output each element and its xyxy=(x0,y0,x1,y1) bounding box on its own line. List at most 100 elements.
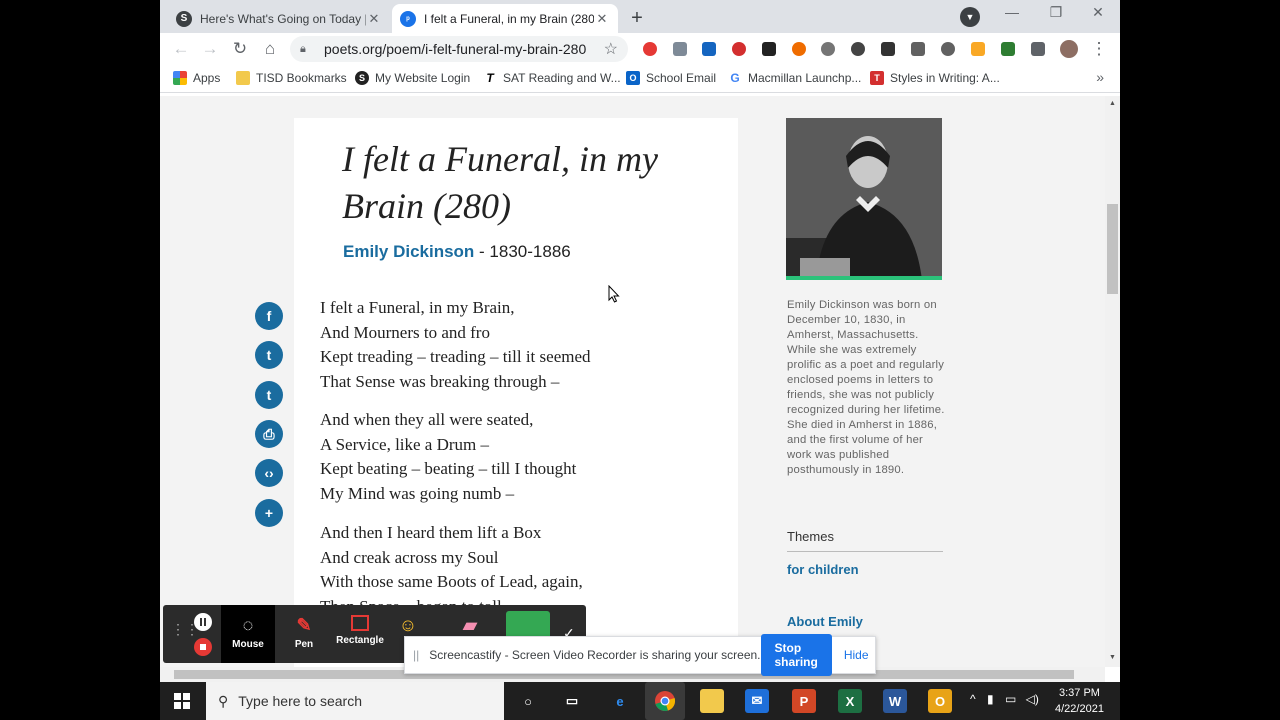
extension-icon[interactable] xyxy=(821,42,835,56)
pause-icon[interactable] xyxy=(194,613,212,631)
bookmark-apps[interactable]: Apps xyxy=(173,71,220,85)
qr-code-icon[interactable] xyxy=(881,42,895,56)
menu-kebab-icon[interactable]: ⋮ xyxy=(1088,38,1110,60)
bookmark-website-login[interactable]: S My Website Login xyxy=(355,71,470,85)
tab-title: Here's What's Going on Today | S xyxy=(200,11,366,26)
tab-strip: S Here's What's Going on Today | S ✕ p I… xyxy=(160,0,1120,33)
bookmark-styles[interactable]: T Styles in Writing: A... xyxy=(870,71,1000,85)
clock-date: 4/22/2021 xyxy=(1055,703,1104,715)
extension-icon[interactable] xyxy=(851,42,865,56)
extension-icon[interactable] xyxy=(792,42,806,56)
mouse-cursor-icon xyxy=(608,284,620,308)
extension-icon[interactable] xyxy=(971,42,985,56)
close-tab-icon[interactable]: ✕ xyxy=(594,11,610,27)
microphone-icon[interactable]: ▮ xyxy=(987,692,994,706)
bookmark-tisd[interactable]: TISD Bookmarks xyxy=(236,71,347,85)
extension-icon[interactable] xyxy=(732,42,746,56)
windows-taskbar: ⚲ Type here to search ○ ▭ e ✉ P X W O ^ … xyxy=(160,682,1120,720)
author-link[interactable]: Emily Dickinson xyxy=(343,242,474,261)
poem-line: With those same Boots of Lead, again, xyxy=(320,572,583,591)
tumblr-icon[interactable]: t xyxy=(255,381,283,409)
print-icon[interactable]: ⎙ xyxy=(255,420,283,448)
tab-search-icon[interactable]: ▼ xyxy=(960,7,980,27)
stop-recording-icon[interactable] xyxy=(194,638,212,656)
bookmark-school-email[interactable]: O School Email xyxy=(626,71,716,85)
extension-icon[interactable] xyxy=(762,42,776,56)
bookmark-macmillan[interactable]: G Macmillan Launchp... xyxy=(728,71,861,85)
poem-line: I felt a Funeral, in my Brain, xyxy=(320,298,515,317)
scrollbar-thumb[interactable] xyxy=(1107,204,1118,294)
chevron-up-icon[interactable]: ^ xyxy=(970,692,976,706)
cortana-icon[interactable]: ○ xyxy=(516,689,540,713)
taskbar-search-input[interactable]: ⚲ Type here to search xyxy=(206,682,504,720)
windows-logo-icon xyxy=(174,693,190,709)
word-icon[interactable]: W xyxy=(883,689,907,713)
extension-icon[interactable] xyxy=(1001,42,1015,56)
file-explorer-icon[interactable] xyxy=(700,689,724,713)
bookmark-star-icon[interactable]: ☆ xyxy=(604,39,618,59)
portrait-image xyxy=(786,118,942,276)
poets-favicon-icon: p xyxy=(400,10,416,27)
grip-icon[interactable]: || xyxy=(413,648,419,662)
mouse-tool-button[interactable]: ◌ Mouse xyxy=(221,605,275,663)
close-tab-icon[interactable]: ✕ xyxy=(366,11,382,27)
folder-icon xyxy=(236,71,250,85)
hide-button[interactable]: Hide xyxy=(844,648,869,662)
extension-icon[interactable] xyxy=(941,42,955,56)
scroll-up-icon[interactable]: ▲ xyxy=(1105,100,1120,107)
puzzle-icon[interactable] xyxy=(1031,42,1045,56)
volume-icon[interactable]: ◁) xyxy=(1026,692,1039,706)
system-tray[interactable]: ^ ▮ ▭ ◁) xyxy=(970,692,1039,706)
extension-icon[interactable] xyxy=(673,42,687,56)
page-content: I felt a Funeral, in my Brain (280) Emil… xyxy=(160,96,1105,667)
powerpoint-icon[interactable]: P xyxy=(792,689,816,713)
back-icon[interactable]: ← xyxy=(170,38,192,60)
clock-time: 3:37 PM xyxy=(1058,687,1100,699)
about-author-link[interactable]: About Emily xyxy=(787,614,863,629)
forward-icon[interactable]: → xyxy=(199,38,221,60)
task-view-icon[interactable]: ▭ xyxy=(560,689,584,713)
theme-link[interactable]: for children xyxy=(787,562,859,577)
poem-line: And creak across my Soul xyxy=(320,547,499,567)
vertical-scrollbar[interactable]: ▲ ▼ xyxy=(1105,96,1120,667)
taskbar-clock[interactable]: 3:37 PM 4/22/2021 xyxy=(1055,685,1104,717)
tab-poem[interactable]: p I felt a Funeral, in my Brain (280) ✕ xyxy=(392,4,618,33)
restore-icon[interactable]: ❐ xyxy=(1034,4,1078,21)
chrome-taskbar-button[interactable] xyxy=(645,682,685,720)
close-window-icon[interactable]: ✕ xyxy=(1076,4,1120,21)
scroll-down-icon[interactable]: ▼ xyxy=(1105,654,1120,661)
lock-icon: 🔒︎ xyxy=(300,42,306,55)
poem-line: And then I heard them lift a Box xyxy=(320,523,542,542)
edge-icon[interactable]: e xyxy=(608,689,632,713)
author-dates: - 1830-1886 xyxy=(474,242,571,261)
bookmarks-overflow-button[interactable]: » xyxy=(1096,69,1104,85)
stanza-1: I felt a Funeral, in my Brain, And Mourn… xyxy=(320,296,591,394)
bookmark-add-icon[interactable]: + xyxy=(255,499,283,527)
rectangle-tool-button[interactable]: Rectangle xyxy=(333,605,387,663)
twitter-icon[interactable]: t xyxy=(255,341,283,369)
new-tab-button[interactable]: + xyxy=(624,6,650,32)
reload-icon[interactable]: ↻ xyxy=(229,38,251,60)
avatar[interactable] xyxy=(1060,40,1078,58)
start-button[interactable] xyxy=(160,682,204,720)
poem-line: A Service, like a Drum – xyxy=(320,434,490,454)
minimize-icon[interactable]: — xyxy=(990,4,1034,20)
network-icon[interactable]: ▭ xyxy=(1005,692,1016,706)
browser-window: S Here's What's Going on Today | S ✕ p I… xyxy=(160,0,1120,686)
extension-icon[interactable] xyxy=(643,42,657,56)
home-icon[interactable]: ⌂ xyxy=(259,38,281,60)
excel-icon[interactable]: X xyxy=(838,689,862,713)
bookmark-sat[interactable]: T SAT Reading and W... xyxy=(483,71,621,85)
embed-icon[interactable]: ‹› xyxy=(255,459,283,487)
tab-schoology[interactable]: S Here's What's Going on Today | S ✕ xyxy=(168,4,390,33)
search-icon: ⚲ xyxy=(218,692,229,709)
screen-sharing-banner: || Screencastify - Screen Video Recorder… xyxy=(404,634,876,676)
extension-icon[interactable] xyxy=(702,42,716,56)
pen-tool-button[interactable]: ✎ Pen xyxy=(277,605,331,663)
outlook-icon[interactable]: O xyxy=(928,689,952,713)
extension-icon[interactable] xyxy=(911,42,925,56)
address-bar[interactable]: 🔒︎ poets.org/poem/i-felt-funeral-my-brai… xyxy=(290,36,628,62)
mail-icon[interactable]: ✉ xyxy=(745,689,769,713)
stop-sharing-button[interactable]: Stop sharing xyxy=(760,634,832,676)
facebook-icon[interactable]: f xyxy=(255,302,283,330)
